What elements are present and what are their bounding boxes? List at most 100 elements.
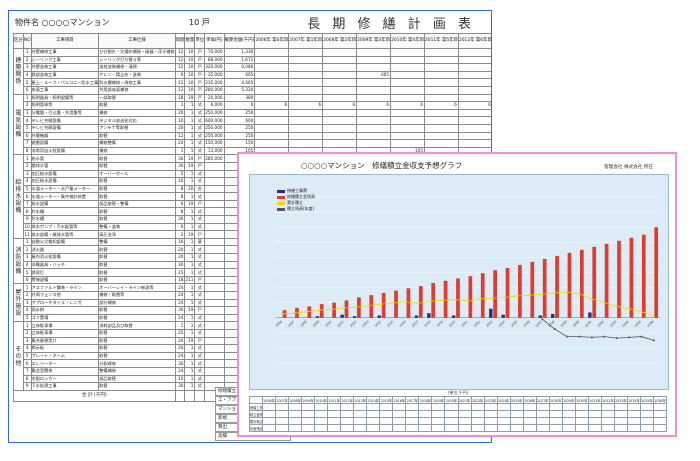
item-name: 床面工事 [30,85,100,95]
row-number: 9 [22,382,32,391]
year-cell [457,139,491,148]
unit-price [204,351,225,361]
value-cell [574,403,589,411]
unit: 戸 [194,55,206,65]
row-number: 8 [22,146,32,156]
unit-price: 280,000 [204,85,225,95]
x-tick-label: 2023 [485,320,493,328]
header-cell: 工事仕様 [98,33,176,49]
item-spec: 分割改修 [98,359,176,368]
category-cell: 屋 外 施 設 [13,283,24,323]
value-cell [275,410,290,418]
quantity: 1 [184,268,196,277]
value-cell [405,403,420,411]
year-cell [390,139,425,148]
year-header: 2018年 [418,396,433,404]
x-tick-label: 2013 [361,320,369,328]
row-number: 4 [22,260,32,270]
cycle: 24 [174,313,186,323]
value-cell [613,403,628,411]
bar-repair-cost [315,316,320,318]
item-spec: 取替 [98,154,176,163]
unit: 式 [194,131,206,141]
value-cell [262,410,277,418]
value-cell [470,410,485,418]
item-name: アスファルト舗装・ライン [30,283,100,292]
year-cell [322,116,358,125]
year-cell [424,63,459,72]
amount: 250 [223,108,256,118]
unit: 式 [194,146,206,156]
quantity: 1 [184,313,196,323]
cycle: 1 [174,146,186,156]
value-cell [353,410,368,418]
value-cell [379,417,394,425]
row-number: 9 [22,215,32,224]
value-cell [496,410,511,418]
quantity: 1 [184,321,196,330]
year-cell [356,108,392,118]
unit-price [204,306,225,315]
amount: 250 [223,123,256,133]
quantity: 1 [184,123,196,133]
year-cell [390,48,425,57]
item-name: 揚排水管 [30,161,100,171]
header-cell: 単価(円) [204,33,225,49]
year-cell [322,70,358,80]
year-cell [254,70,290,80]
value-cell [444,403,459,411]
year-cell [457,85,491,95]
value-cell [613,410,628,418]
value-cell [288,424,303,432]
value-cell [301,417,316,425]
cycle: 1 [174,321,186,330]
year-header: 2027年 [535,396,550,404]
row-number: 7 [22,139,32,148]
value-cell [418,403,433,411]
value-cell [496,424,511,432]
cycle: 6 [174,222,186,232]
year-cell [254,123,290,133]
cycle: 2 [174,230,186,239]
value-cell [470,417,485,425]
cycle: 6 [174,70,186,80]
unit-price [204,230,225,239]
cycle: 30 [174,382,186,391]
quantity: 10 [184,63,196,72]
unit-price [204,275,225,285]
unit: 戸 [194,199,206,209]
item-spec: 塗材塗装補修・清掃 [98,63,176,72]
amount: 5,320 [223,85,256,95]
unit: 台 [194,184,206,194]
value-cell [392,410,407,418]
unit: 戸 [194,70,206,80]
amount: 150 [223,139,256,148]
value-cell [496,403,511,411]
value-cell [535,403,550,411]
unit-count: 10 戸 [189,18,210,27]
year-cell [288,108,324,118]
year-cell [424,48,459,57]
year-header: 2029年 [561,396,576,404]
row-label: 累計積立金 [248,417,264,425]
unit-price [204,192,225,201]
quantity: 1 [184,169,196,179]
cycle: 24 [174,291,186,300]
bar-repair-cost [550,313,555,318]
row-number: 3 [22,63,32,72]
quantity: 19 [184,161,196,171]
row-number: 6 [22,85,32,95]
item-spec: 取替 [98,131,176,141]
plan-row: 4 鉄部塗装工事 ケレン・錆止め・塗装 6 10 戸 35,000 665 665 [14,70,491,80]
unit-price: 35,000 [204,70,225,80]
x-tick-label: 2034 [622,320,630,328]
year-cell: 6 [356,101,392,110]
unit: 式 [194,328,206,338]
value-cell [262,403,277,411]
value-cell [314,424,329,432]
unit: 戸 [194,154,206,163]
value-cell [639,417,654,425]
unit-price [204,169,225,179]
value-cell [275,417,290,425]
unit-price [204,161,225,171]
